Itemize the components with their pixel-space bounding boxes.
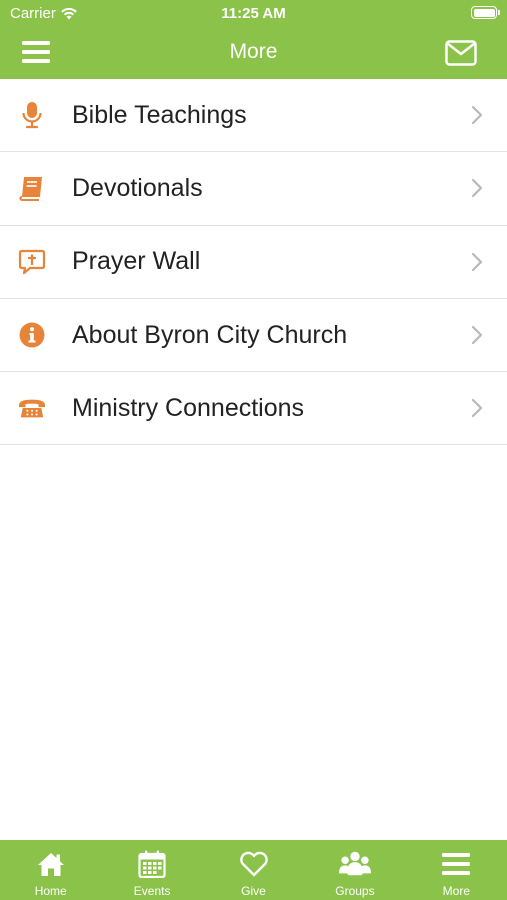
chevron-right-icon	[471, 179, 483, 198]
more-menu-list: Bible Teachings Devotionals Prayer Wall …	[0, 79, 507, 446]
tab-label: Home	[34, 884, 67, 898]
tab-bar: Home Events Give Groups More	[0, 840, 507, 900]
menu-item-label: Bible Teachings	[72, 100, 247, 129]
menu-item-label: Devotionals	[72, 173, 203, 202]
tab-events[interactable]: Events	[101, 840, 202, 900]
nav-bar: More	[0, 28, 507, 79]
menu-item-ministry-connections[interactable]: Ministry Connections	[0, 372, 507, 446]
mail-button[interactable]	[445, 40, 481, 68]
tab-label: Give	[241, 884, 266, 898]
home-icon	[35, 848, 67, 880]
menu-item-prayer-wall[interactable]: Prayer Wall	[0, 226, 507, 299]
chevron-right-icon	[471, 399, 483, 418]
top-bar: Carrier 11:25 AM More	[0, 0, 507, 79]
info-icon	[18, 321, 46, 349]
tab-label: Events	[133, 884, 171, 898]
menu-item-about[interactable]: About Byron City Church	[0, 299, 507, 373]
page-title: More	[229, 40, 278, 63]
groups-icon	[338, 848, 371, 880]
chevron-right-icon	[471, 325, 483, 345]
envelope-icon	[445, 40, 477, 66]
tab-label: Groups	[335, 884, 375, 898]
menu-item-label: About Byron City Church	[72, 320, 348, 349]
chevron-right-icon	[471, 252, 483, 271]
status-bar: Carrier 11:25 AM	[0, 0, 507, 28]
heart-icon	[238, 848, 270, 880]
menu-item-label: Ministry Connections	[72, 393, 305, 422]
status-time: 11:25 AM	[221, 5, 286, 22]
tab-give[interactable]: Give	[203, 840, 304, 900]
menu-item-devotionals[interactable]: Devotionals	[0, 152, 507, 226]
tab-home[interactable]: Home	[0, 840, 101, 900]
tab-more[interactable]: More	[406, 840, 507, 900]
menu-item-label: Prayer Wall	[72, 247, 201, 276]
menu-item-bible-teachings[interactable]: Bible Teachings	[0, 79, 507, 153]
microphone-icon	[18, 101, 46, 129]
battery-icon	[471, 6, 500, 19]
chevron-right-icon	[471, 106, 483, 125]
cross-chat-icon	[18, 248, 46, 276]
tab-groups[interactable]: Groups	[304, 840, 405, 900]
calendar-icon	[136, 848, 168, 880]
book-icon	[18, 174, 46, 202]
tab-label: More	[442, 884, 470, 898]
menu-icon	[440, 848, 472, 880]
telephone-icon	[18, 394, 46, 422]
